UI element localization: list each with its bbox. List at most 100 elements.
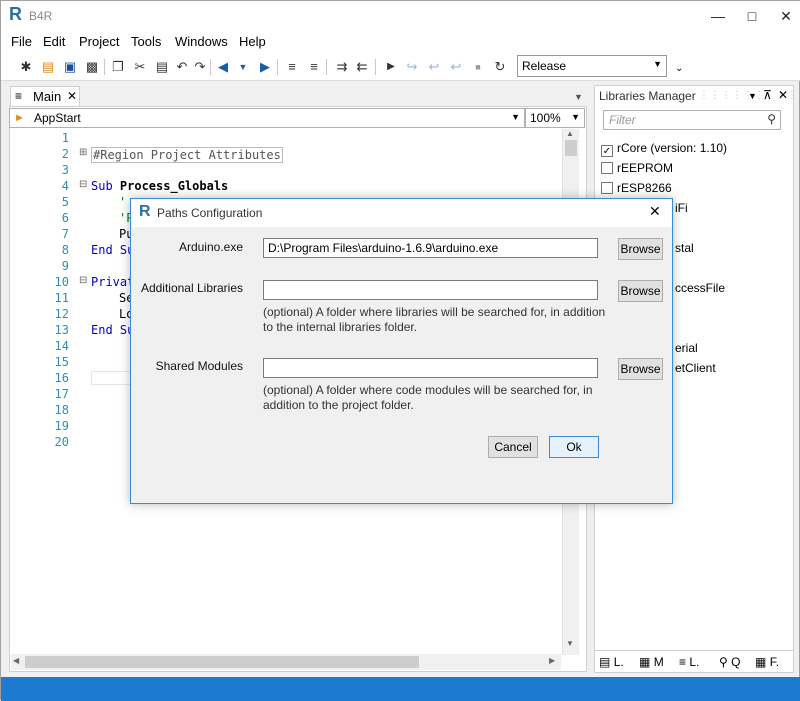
redo-icon[interactable]: ↷ [191,58,209,76]
zoom-select[interactable]: 100% ▼ [525,108,585,128]
checkbox[interactable] [601,182,613,194]
line-number: 6 [61,211,69,225]
editor-horizontal-scrollbar[interactable]: ◀ ▶ [11,654,561,670]
library-item[interactable]: erial [675,341,698,355]
undo-icon[interactable]: ↶ [173,58,191,76]
tab-label: F. [769,655,780,669]
scroll-down-icon[interactable]: ▼ [566,639,574,648]
build-config-select[interactable]: Release ▼ [517,55,667,77]
tab-files[interactable]: ▦ F. [755,655,779,669]
restart-icon[interactable]: ↻ [491,58,509,76]
additional-libraries-label: Additional Libraries [140,281,243,295]
library-name: stal [675,241,694,255]
close-icon[interactable]: ✕ [649,203,661,220]
cancel-button[interactable]: Cancel [488,436,538,458]
region-expand-icon[interactable]: ⊞ [79,147,87,158]
arduino-exe-field[interactable]: D:\Program Files\arduino-1.6.9\arduino.e… [263,238,598,258]
ok-button[interactable]: Ok [549,436,599,458]
arduino-browse-button[interactable]: Browse [618,238,663,260]
navigate-back-icon[interactable]: ◀ [214,58,232,76]
paste-icon[interactable]: ▤ [153,58,171,76]
scrollbar-thumb[interactable] [565,140,577,156]
sub-collapse-icon[interactable]: ⊟ [79,179,87,190]
line-number: 8 [61,243,69,257]
checkbox[interactable]: ✓ [601,145,613,157]
new-file-icon[interactable]: ✱ [17,58,35,76]
menu-edit[interactable]: Edit [43,34,65,49]
pin-icon[interactable]: ⊼ [763,88,772,102]
close-tab-icon[interactable]: ✕ [67,89,77,103]
library-item[interactable]: ccessFile [675,281,725,295]
library-filter-input[interactable]: Filter ⚲ [603,110,781,130]
title-bar: R B4R — □ ✕ [1,1,800,31]
close-icon[interactable]: ✕ [778,88,788,102]
sub-selector-value: AppStart [34,111,81,125]
panel-title: Libraries Manager [599,89,696,103]
toolbar-overflow-icon[interactable]: ⌄ [675,63,683,74]
menu-file[interactable]: File [11,34,32,49]
close-icon[interactable]: ✕ [771,5,800,27]
library-item[interactable]: rEEPROM [601,161,673,175]
menu-project[interactable]: Project [79,34,119,49]
checkbox[interactable] [601,162,613,174]
run-icon[interactable]: ▶ [382,58,400,76]
indent-icon[interactable]: ⇉ [333,58,351,76]
sub-selector[interactable]: ► AppStart ▼ [9,108,525,128]
maximize-icon[interactable]: □ [737,5,767,27]
current-line-highlight [91,371,131,385]
code-text: #Region Project Attributes [93,148,281,162]
window-title: B4R [29,9,53,23]
menu-windows[interactable]: Windows [175,34,228,49]
scroll-up-icon[interactable]: ▲ [566,129,574,138]
chevron-down-icon[interactable]: ▼ [748,91,757,101]
library-item[interactable]: iFi [675,201,688,215]
stop-icon[interactable]: ■ [469,58,487,76]
modules-browse-button[interactable]: Browse [618,358,663,380]
tab-libraries[interactable]: ▤ L. [599,655,624,669]
comment-icon[interactable]: ≡ [305,58,323,76]
library-item[interactable]: etClient [675,361,716,375]
save-all-icon[interactable]: ▩ [83,58,101,76]
step-out-icon[interactable]: ↩ [447,58,465,76]
libraries-browse-button[interactable]: Browse [618,280,663,302]
line-number: 11 [54,291,69,305]
tab-main[interactable]: ≡ Main ✕ [10,86,80,106]
cut-icon[interactable]: ✂ [131,58,149,76]
library-item[interactable]: rESP8266 [601,181,672,195]
chevron-down-icon[interactable]: ▼ [234,58,252,76]
code-line: ' [119,195,127,209]
scrollbar-thumb[interactable] [25,656,419,668]
library-item[interactable]: ✓ rCore (version: 1.10) [601,141,727,157]
scroll-right-icon[interactable]: ▶ [549,656,555,665]
open-folder-icon[interactable]: ▤ [39,58,57,76]
paths-configuration-dialog: R Paths Configuration ✕ Arduino.exe D:\P… [130,198,673,504]
line-number: 13 [54,323,69,337]
tab-list-icon[interactable]: ▼ [574,92,583,102]
arduino-exe-label: Arduino.exe [178,240,243,254]
outdent-icon[interactable]: ⇇ [353,58,371,76]
line-number: 1 [61,131,69,145]
navigate-forward-icon[interactable]: ▶ [256,58,274,76]
library-item[interactable]: stal [675,241,694,255]
line-number: 17 [54,387,69,401]
tab-modules[interactable]: ▦ M [639,655,664,669]
copy-icon[interactable]: ❐ [109,58,127,76]
code-line: End Su [91,243,134,257]
minimize-icon[interactable]: — [703,5,733,27]
step-into-icon[interactable]: ↩ [425,58,443,76]
bookmark-icon[interactable]: ≡ [283,58,301,76]
menu-bar: File Edit Project Tools Windows Help [1,31,800,53]
additional-libraries-field[interactable] [263,280,598,300]
menu-help[interactable]: Help [239,34,266,49]
tab-logs[interactable]: ≡ L. [679,655,699,669]
library-name: erial [675,341,698,355]
search-icon: ⚲ [719,655,728,669]
shared-modules-field[interactable] [263,358,598,378]
sub-collapse-icon[interactable]: ⊟ [79,275,87,286]
step-over-icon[interactable]: ↪ [403,58,421,76]
menu-tools[interactable]: Tools [131,34,161,49]
tab-main-label: Main [33,89,62,104]
scroll-left-icon[interactable]: ◀ [13,656,19,665]
save-icon[interactable]: ▣ [61,58,79,76]
tab-quick-search[interactable]: ⚲ Q [719,655,740,669]
